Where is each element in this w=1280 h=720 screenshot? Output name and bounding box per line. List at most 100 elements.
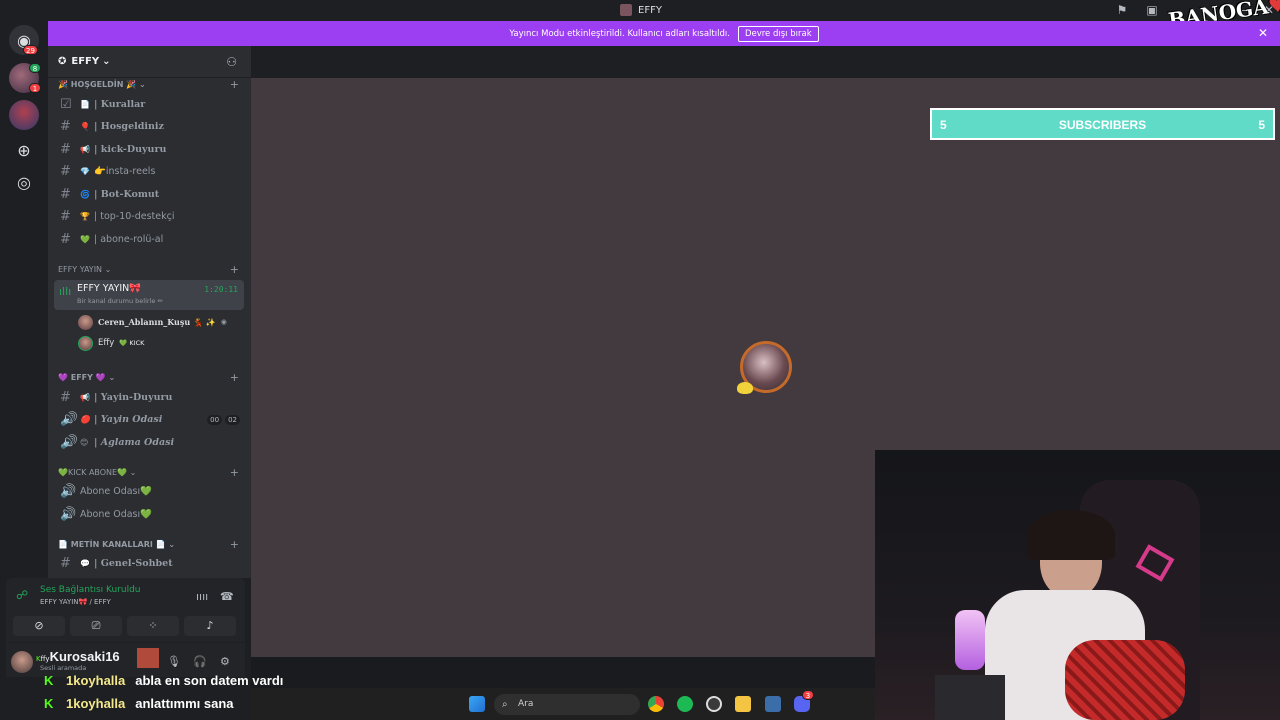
- plus-icon: ⊕: [17, 140, 31, 160]
- channel-hosgeldiniz[interactable]: # 🎈 | Hosgeldiniz: [60, 116, 240, 136]
- user-name[interactable]: KffyKurosaki16: [36, 649, 120, 664]
- voice-channel-aglama-odasi[interactable]: 🔊 😊 | Aglama Odasi: [60, 432, 240, 452]
- voice-user[interactable]: Ceren_Ablanın_Kuşu 💃 ✨ ◉: [78, 313, 227, 331]
- server-icon-1[interactable]: 8 1: [9, 63, 41, 93]
- speaker-icon: 🔊: [60, 483, 77, 499]
- add-channel-icon[interactable]: +: [230, 538, 239, 551]
- category-header[interactable]: 💜 EFFY 💜 ⌄: [58, 373, 115, 382]
- hash-icon: #: [60, 141, 71, 157]
- disable-streamer-mode-button[interactable]: Devre dışı bırak: [737, 25, 819, 42]
- notification-badge: 3: [802, 690, 814, 700]
- hash-icon: #: [60, 186, 71, 202]
- duck-decoration-icon: [737, 382, 753, 394]
- add-channel-icon[interactable]: +: [230, 78, 239, 91]
- windows-start-icon[interactable]: [469, 696, 485, 712]
- channel-kick-duyuru[interactable]: # 📢 | kick-Duyuru: [60, 139, 240, 159]
- direct-messages-button[interactable]: ◉ 29: [9, 25, 39, 55]
- chat-message: K 1koyhalla abla en son datem vardı: [44, 672, 284, 688]
- voice-user[interactable]: Effy 💚 KICK: [78, 334, 144, 352]
- screen-share-button[interactable]: ⎚: [70, 616, 122, 636]
- add-channel-icon[interactable]: +: [230, 466, 239, 479]
- avatar: [78, 335, 93, 351]
- call-top-bar: [251, 46, 1280, 78]
- chrome-icon[interactable]: [648, 696, 664, 712]
- title-bar: EFFY ⚑ ▣ — ✕: [0, 0, 1280, 21]
- subscribers-counter: 5 SUBSCRIBERS 5: [930, 108, 1275, 140]
- voice-channel-abone-odasi[interactable]: 🔊 Abone Odası💚: [60, 481, 240, 501]
- voice-channel-abone-odasi[interactable]: 🔊 Abone Odası💚: [60, 504, 240, 524]
- explore-button[interactable]: ◎: [9, 167, 39, 197]
- windows-taskbar: ⌕ Ara 3: [251, 688, 875, 720]
- user-limit: 00 02: [204, 414, 240, 425]
- guild-icon: ✪: [58, 56, 67, 67]
- channel-abone-rolu-al[interactable]: # 💚 | abone-rolü-al: [60, 229, 240, 249]
- app-icon[interactable]: [765, 696, 781, 712]
- dm-badge: 29: [23, 45, 38, 55]
- category-header[interactable]: 📄 METİN KANALLARI 📄 ⌄: [58, 540, 175, 549]
- speaker-icon: 🔊: [60, 411, 77, 427]
- mic-stand: [935, 675, 1005, 720]
- kick-icon: K: [44, 695, 54, 711]
- channel-kurallar[interactable]: ☑ 📄 | Kurallar: [60, 94, 240, 114]
- emote-image: [137, 648, 159, 668]
- taskbar-search[interactable]: ⌕ Ara: [494, 694, 640, 715]
- hash-icon: #: [60, 555, 71, 571]
- microphone-light: [955, 610, 985, 670]
- hash-icon: #: [60, 389, 71, 405]
- speaker-icon: 🔊: [60, 506, 77, 522]
- close-icon[interactable]: ✕: [1258, 26, 1268, 40]
- camera-off-button[interactable]: ⊘: [13, 616, 65, 636]
- category-header[interactable]: 🎉 HOŞGELDİN 🎉 ⌄: [58, 80, 146, 89]
- hash-icon: #: [60, 231, 71, 247]
- channel-top-10-destekci[interactable]: # 🏆 | top-10-destekçi: [60, 206, 240, 226]
- avatar[interactable]: [11, 651, 33, 673]
- search-icon: ⌕: [502, 699, 508, 710]
- hash-icon: #: [60, 163, 71, 179]
- channel-sidebar: ✪ EFFY ⌄ ⚇ 🎉 HOŞGELDİN 🎉 ⌄ + ☑ 📄 | Kural…: [48, 46, 251, 578]
- flag-icon[interactable]: ⚑: [1115, 3, 1129, 17]
- channel-bot-komut[interactable]: # 🌀 | Bot-Komut: [60, 184, 240, 204]
- add-user-icon[interactable]: ⚇: [226, 55, 237, 69]
- app-icon: [620, 4, 632, 16]
- add-channel-icon[interactable]: +: [230, 263, 239, 276]
- microphone-icon[interactable]: 🎙: [167, 655, 181, 668]
- avatar: [78, 314, 93, 330]
- chat-message: K 1koyhalla anlattımmı sana: [44, 695, 234, 711]
- voice-wave-icon: ıllı: [59, 285, 72, 298]
- inbox-icon[interactable]: ▣: [1145, 3, 1159, 17]
- activities-button[interactable]: ⁘: [127, 616, 179, 636]
- channel-genel-sohbet[interactable]: # 💬 | Genel-Sohbet: [60, 553, 240, 573]
- add-server-button[interactable]: ⊕: [9, 135, 39, 165]
- add-channel-icon[interactable]: +: [230, 371, 239, 384]
- category-header[interactable]: 💚KICK ABONE💚 ⌄: [58, 468, 136, 477]
- disconnect-icon[interactable]: ☎: [220, 590, 234, 603]
- headphones-icon[interactable]: 🎧: [193, 655, 207, 668]
- obs-icon[interactable]: [706, 696, 722, 712]
- category-header[interactable]: EFFY YAYIN ⌄: [58, 265, 111, 274]
- window-title: EFFY: [620, 4, 662, 16]
- discord-taskbar-icon[interactable]: 3: [794, 690, 814, 712]
- chevron-down-icon: ⌄: [102, 56, 111, 67]
- heart-icon: ♥: [1266, 0, 1280, 19]
- channel-yayin-duyuru[interactable]: # 📢 | Yayin-Duyuru: [60, 387, 240, 407]
- server-icon-2[interactable]: [9, 100, 39, 130]
- signal-icon[interactable]: ☍: [16, 588, 28, 602]
- blanket: [1065, 640, 1185, 720]
- compass-icon: ◎: [17, 172, 31, 192]
- hash-icon: #: [60, 208, 71, 224]
- guild-header[interactable]: ✪ EFFY ⌄ ⚇: [48, 46, 251, 78]
- file-explorer-icon[interactable]: [735, 696, 751, 712]
- channel-insta-reels[interactable]: # 💎 👉insta-reels: [60, 161, 240, 181]
- hash-icon: #: [60, 118, 71, 134]
- settings-gear-icon[interactable]: ⚙: [220, 655, 230, 668]
- voice-channel-yayin-odasi[interactable]: 🔊 🔴 | Yayin Odasi 00 02: [60, 409, 240, 429]
- server-badge: 1: [29, 83, 41, 93]
- voice-channel-effy-yayin[interactable]: ıllı EFFY YAYIN🎀 Bir kanal durumu belirl…: [54, 280, 244, 310]
- soundboard-button[interactable]: ♪: [184, 616, 236, 636]
- streamer-mode-banner: Yayıncı Modu etkinleştirildi. Kullanıcı …: [48, 21, 1280, 46]
- kick-icon: K: [44, 672, 54, 688]
- speaking-user-avatar[interactable]: [737, 341, 792, 394]
- noise-suppression-icon[interactable]: ıııı: [196, 590, 208, 603]
- party-icon: 🎉: [58, 80, 71, 89]
- spotify-icon[interactable]: [677, 696, 693, 712]
